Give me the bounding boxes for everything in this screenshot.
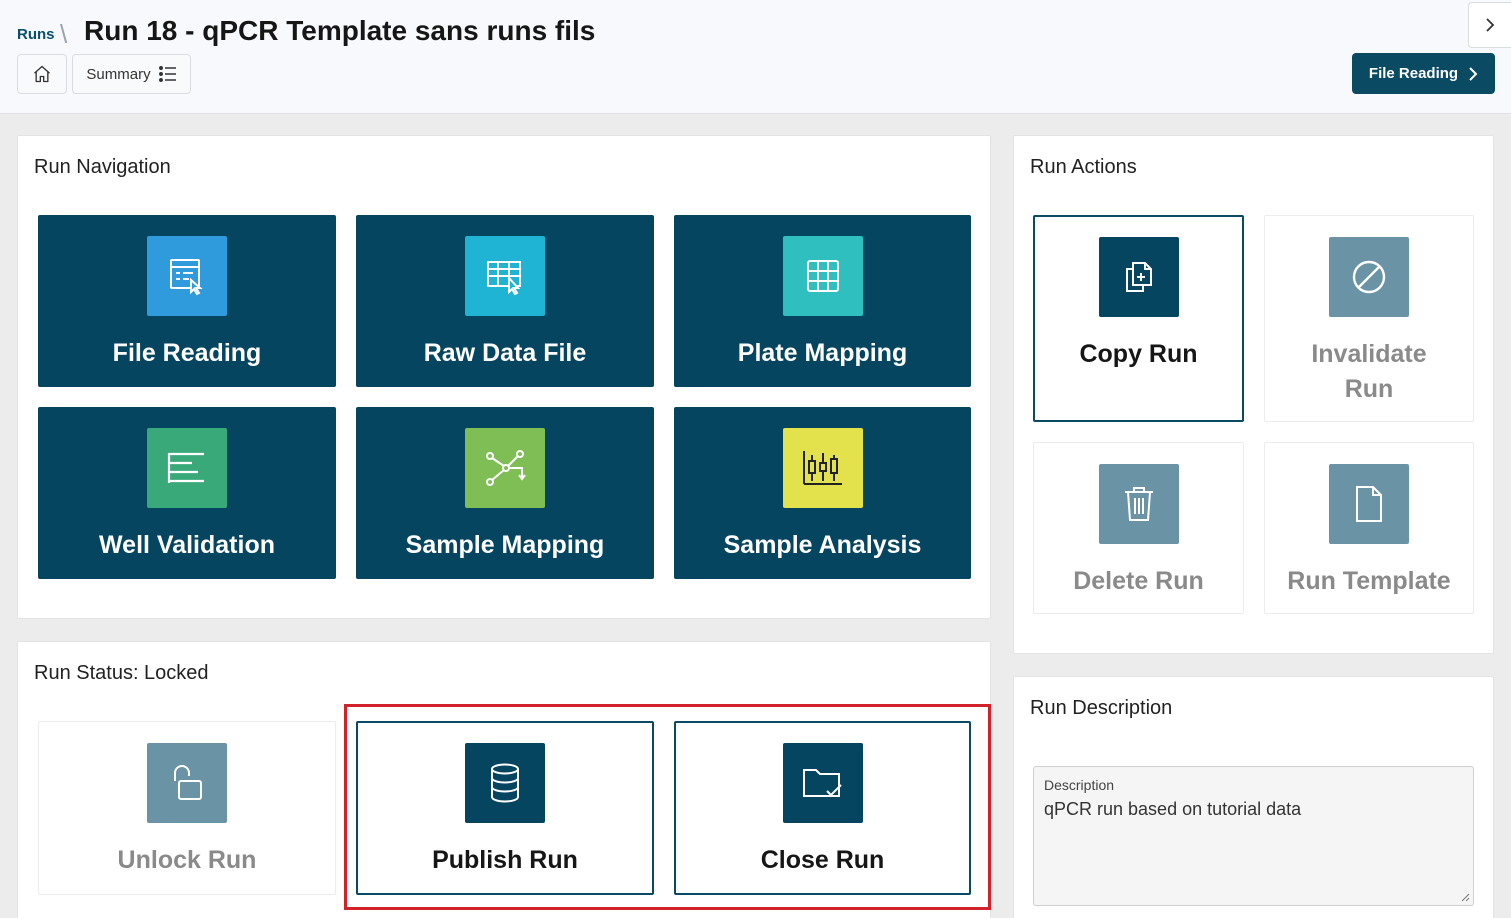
chevron-right-icon [1469,66,1478,81]
tile-sample-mapping[interactable]: Sample Mapping [356,407,654,579]
description-field[interactable]: Description qPCR run based on tutorial d… [1033,766,1474,906]
file-icon [1329,464,1409,544]
home-icon [34,65,50,83]
tile-well-validation-label: Well Validation [99,531,275,559]
folder-check-icon [782,743,863,823]
breadcrumb-runs-link[interactable]: Runs [17,26,55,43]
tile-delete-run-label: Delete Run [1073,567,1204,595]
list-icon [158,66,176,82]
page-title: Run 18 - qPCR Template sans runs fils [84,15,596,46]
tile-sample-analysis-label: Sample Analysis [723,531,922,559]
tile-invalidate-run-label: Invalidate Run [1311,340,1427,403]
unlock-icon [147,743,227,823]
list-bars-icon [147,428,227,508]
description-textarea[interactable]: qPCR run based on tutorial data [1044,799,1464,820]
file-reading-button[interactable]: File Reading [1352,53,1495,94]
tile-publish-run-label: Publish Run [432,846,578,874]
tile-sample-analysis[interactable]: Sample Analysis [674,407,971,579]
tile-invalidate-run: Invalidate Run [1264,215,1474,422]
run-description-title: Run Description [1030,697,1173,719]
tile-delete-run: Delete Run [1033,442,1244,614]
tile-close-run-label: Close Run [760,846,885,874]
summary-label: Summary [86,65,151,83]
summary-button[interactable]: Summary [72,54,191,94]
ban-icon [1329,237,1409,317]
collapse-panel-button[interactable] [1468,2,1511,48]
description-label: Description [1044,777,1115,793]
tile-raw-data-file-label: Raw Data File [423,339,587,367]
run-status-title: Run Status: Locked [34,662,209,684]
tile-plate-mapping-label: Plate Mapping [737,339,908,367]
tile-file-reading-label: File Reading [112,339,262,367]
tile-file-reading[interactable]: File Reading [38,215,336,387]
trash-icon [1098,464,1179,544]
tile-copy-run-label: Copy Run [1079,340,1198,368]
run-actions-title: Run Actions [1030,156,1137,178]
tile-raw-data-file[interactable]: Raw Data File [356,215,654,387]
table-edit-icon [465,236,545,316]
tile-run-template-label: Run Template [1287,567,1451,595]
workflow-icon [465,428,545,508]
database-icon [465,743,545,823]
tile-well-validation[interactable]: Well Validation [38,407,336,579]
tile-unlock-run: Unlock Run [38,721,336,895]
file-reading-button-label: File Reading [1368,65,1459,82]
home-button[interactable] [17,54,67,94]
breadcrumb-separator: \ [60,19,68,49]
page-header: Runs \ Run 18 - qPCR Template sans runs … [0,0,1511,114]
tile-copy-run[interactable]: Copy Run [1033,215,1244,422]
tile-unlock-run-label: Unlock Run [117,846,257,874]
tile-plate-mapping[interactable]: Plate Mapping [674,215,971,387]
candlestick-chart-icon [782,428,863,508]
file-reading-icon [147,236,227,316]
run-navigation-title: Run Navigation [34,156,171,178]
tile-close-run[interactable]: Close Run [674,721,971,895]
tile-run-template: Run Template [1264,442,1474,614]
tile-sample-mapping-label: Sample Mapping [405,531,605,559]
copy-icon [1098,237,1179,317]
resize-handle-icon[interactable] [1460,892,1470,902]
grid-icon [782,236,863,316]
chevron-right-icon [1486,18,1495,32]
tile-publish-run[interactable]: Publish Run [356,721,654,895]
